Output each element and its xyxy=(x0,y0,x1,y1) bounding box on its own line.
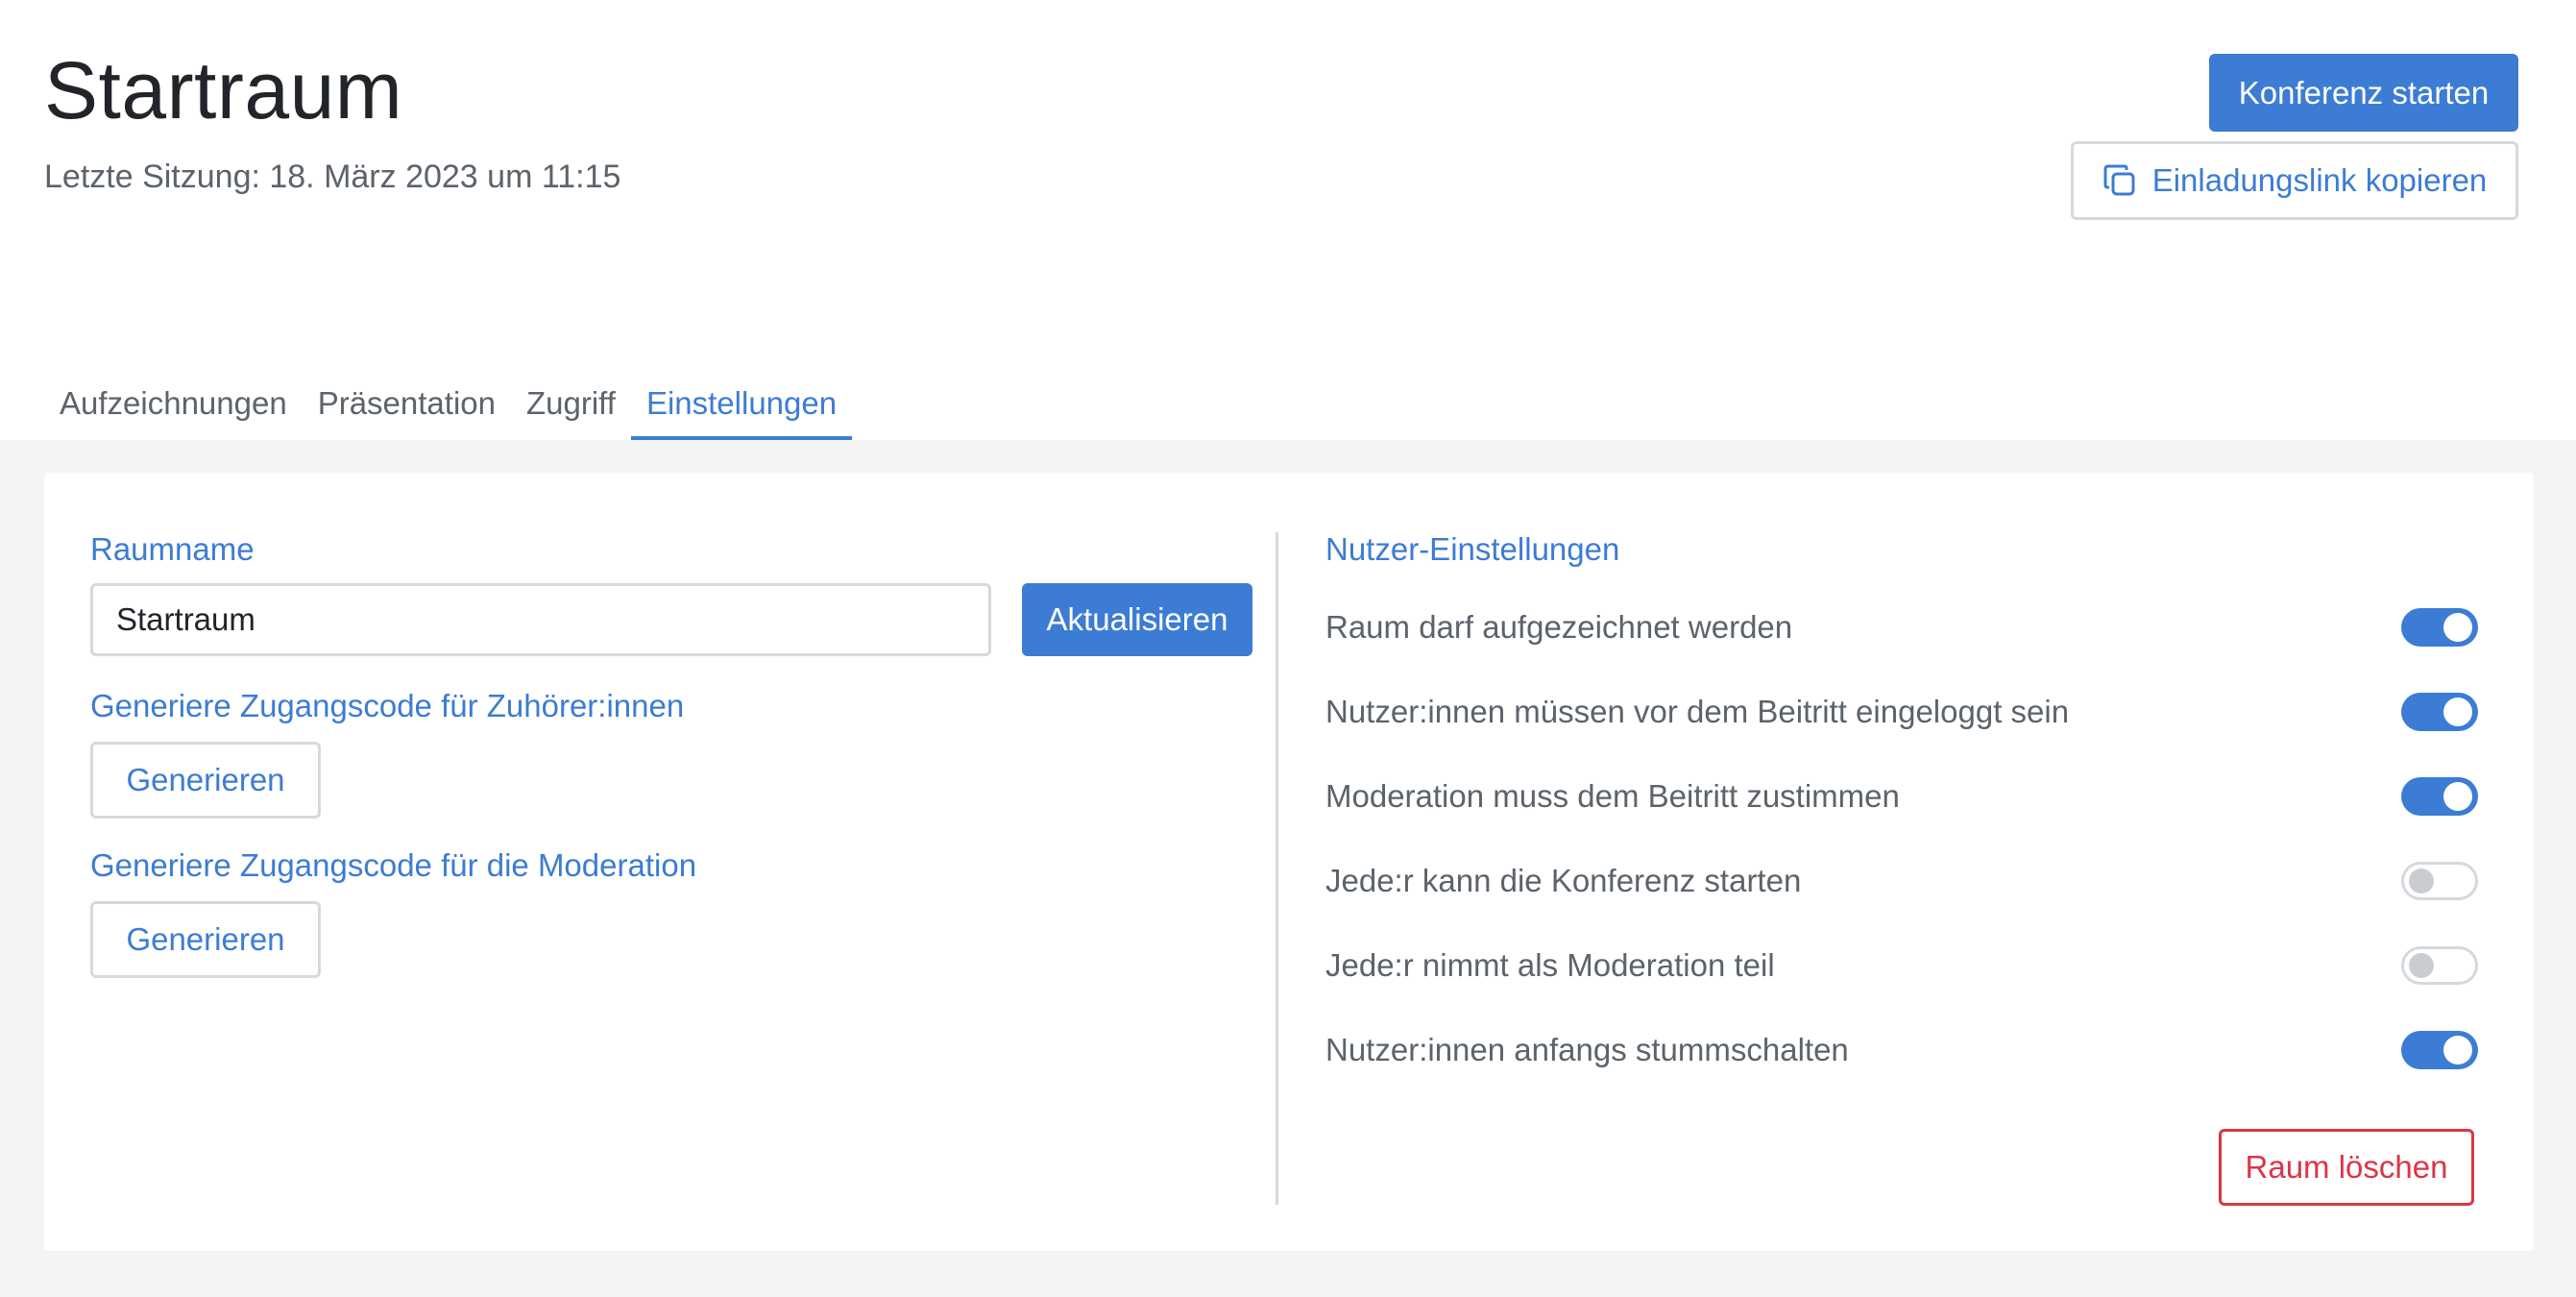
toggle-knob xyxy=(2443,697,2472,726)
generate-moderator-code-label: Generieren xyxy=(126,921,285,957)
tab-recordings[interactable]: Aufzeichnungen xyxy=(44,367,303,440)
toggle-recording[interactable] xyxy=(2401,608,2478,647)
tab-settings-label: Einstellungen xyxy=(645,385,838,421)
listener-code-label: Generiere Zugangscode für Zuhörer:innen xyxy=(90,688,685,723)
setting-label-all-moderators: Jede:r nimmt als Moderation teil xyxy=(1325,947,1775,983)
tab-recordings-label: Aufzeichnungen xyxy=(60,385,287,421)
setting-row-recording: Raum darf aufgezeichnet werden xyxy=(1325,599,2478,656)
generate-moderator-code-button[interactable]: Generieren xyxy=(90,901,321,978)
update-room-name-button[interactable]: Aktualisieren xyxy=(1022,583,1252,656)
delete-room-button[interactable]: Raum löschen xyxy=(2219,1129,2474,1206)
setting-row-moderator-approval: Moderation muss dem Beitritt zustimmen xyxy=(1325,768,2478,825)
tab-presentation[interactable]: Präsentation xyxy=(303,367,511,440)
toggle-knob xyxy=(2409,953,2434,978)
room-name-label: Raumname xyxy=(90,531,255,567)
tab-settings[interactable]: Einstellungen xyxy=(630,367,853,440)
tab-access-label: Zugriff xyxy=(526,385,616,421)
toggle-knob xyxy=(2443,613,2472,642)
tab-presentation-label: Präsentation xyxy=(317,385,496,421)
setting-label-recording: Raum darf aufgezeichnet werden xyxy=(1325,609,1793,645)
page-title: Startraum xyxy=(44,45,403,135)
copy-invite-link-button[interactable]: Einladungslink kopieren xyxy=(2071,141,2518,220)
copy-invite-link-label: Einladungslink kopieren xyxy=(2151,162,2488,198)
toggle-knob xyxy=(2443,782,2472,811)
delete-room-label: Raum löschen xyxy=(2245,1149,2448,1185)
tab-access[interactable]: Zugriff xyxy=(511,367,631,440)
toggle-login-required[interactable] xyxy=(2401,693,2478,731)
copy-icon xyxy=(2102,163,2137,198)
setting-label-anyone-can-start: Jede:r kann die Konferenz starten xyxy=(1325,863,1802,898)
setting-label-login-required: Nutzer:innen müssen vor dem Beitritt ein… xyxy=(1325,694,2070,729)
user-settings-heading: Nutzer-Einstellungen xyxy=(1325,531,1620,567)
toggle-all-moderators[interactable] xyxy=(2401,946,2478,985)
toggle-knob xyxy=(2443,1036,2472,1065)
moderator-code-label: Generiere Zugangscode für die Moderation xyxy=(90,847,697,883)
update-room-name-label: Aktualisieren xyxy=(1046,601,1228,637)
generate-listener-code-label: Generieren xyxy=(126,762,285,797)
start-conference-button[interactable]: Konferenz starten xyxy=(2209,54,2518,132)
setting-row-mute-on-start: Nutzer:innen anfangs stummschalten xyxy=(1325,1021,2478,1079)
room-name-input[interactable] xyxy=(90,583,991,656)
setting-label-moderator-approval: Moderation muss dem Beitritt zustimmen xyxy=(1325,778,1900,814)
setting-row-anyone-can-start: Jede:r kann die Konferenz starten xyxy=(1325,852,2478,910)
toggle-knob xyxy=(2409,869,2434,893)
column-divider xyxy=(1276,532,1278,1205)
room-tabs: Aufzeichnungen Präsentation Zugriff Eins… xyxy=(44,367,853,440)
toggle-mute-on-start[interactable] xyxy=(2401,1031,2478,1069)
setting-row-login-required: Nutzer:innen müssen vor dem Beitritt ein… xyxy=(1325,683,2478,741)
settings-card: Raumname Aktualisieren Generiere Zugangs… xyxy=(44,473,2534,1251)
setting-label-mute-on-start: Nutzer:innen anfangs stummschalten xyxy=(1325,1032,1849,1067)
toggle-anyone-can-start[interactable] xyxy=(2401,862,2478,900)
generate-listener-code-button[interactable]: Generieren xyxy=(90,742,321,819)
toggle-moderator-approval[interactable] xyxy=(2401,777,2478,816)
setting-row-all-moderators: Jede:r nimmt als Moderation teil xyxy=(1325,937,2478,994)
last-session-info: Letzte Sitzung: 18. März 2023 um 11:15 xyxy=(44,159,621,195)
room-header: Startraum Letzte Sitzung: 18. März 2023 … xyxy=(0,0,2576,440)
start-conference-label: Konferenz starten xyxy=(2238,74,2490,110)
